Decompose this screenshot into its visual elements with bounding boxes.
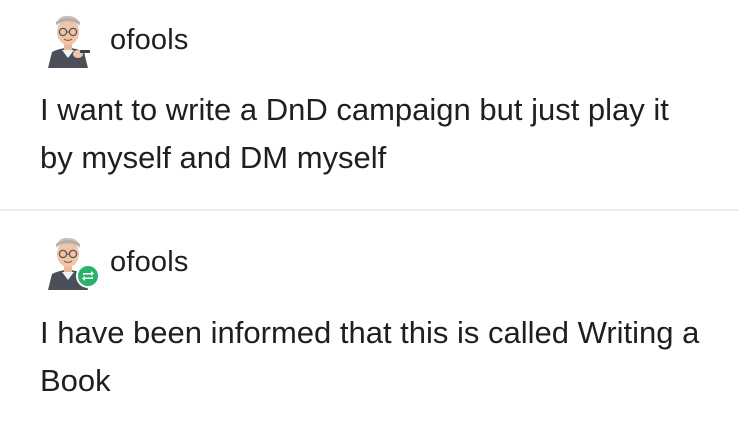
post-header: ofools — [40, 232, 189, 292]
username[interactable]: ofools — [110, 246, 189, 279]
reblog-icon — [76, 264, 100, 288]
post-header: ofools — [40, 10, 189, 70]
post-body-text: I want to write a DnD campaign but just … — [40, 92, 669, 175]
avatar-illustration-icon — [40, 12, 96, 68]
username[interactable]: ofools — [110, 24, 189, 57]
post-body-text: I have been informed that this is called… — [40, 315, 700, 398]
post-original: ofools I want to write a DnD campaign bu… — [0, 0, 738, 209]
post-reblog: ofools I have been informed that this is… — [0, 211, 738, 426]
avatar[interactable] — [40, 12, 96, 68]
avatar[interactable] — [40, 234, 100, 290]
